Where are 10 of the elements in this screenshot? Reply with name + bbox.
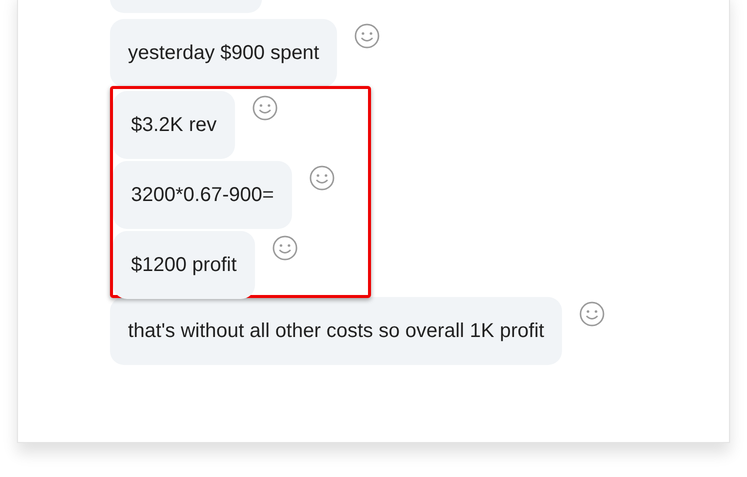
message-bubble: that's without all other costs so overall 1K profit	[110, 297, 562, 365]
message-bubble: yesterday $900 spent	[110, 19, 338, 87]
smiley-icon[interactable]	[308, 165, 335, 191]
smiley-icon[interactable]	[354, 23, 380, 49]
smiley-icon[interactable]	[579, 301, 606, 327]
smiley-icon[interactable]	[272, 235, 298, 261]
smiley-icon[interactable]	[252, 95, 278, 121]
message-bubble: $1200 profit	[113, 231, 255, 299]
message-bubble: 3200*0.67-900=	[113, 161, 292, 229]
message-bubble: $3.2K rev	[113, 91, 235, 159]
